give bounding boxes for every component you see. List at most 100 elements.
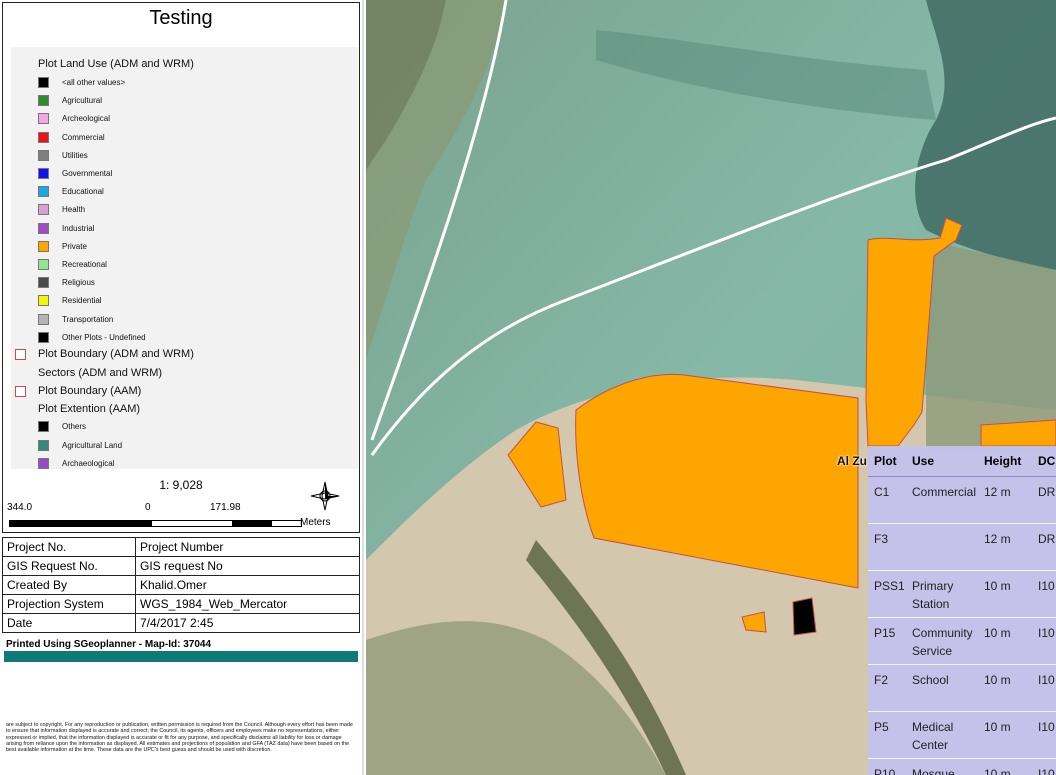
disclaimer-text: are subject to copyright. For any reprod… [6, 722, 353, 754]
plot-table-cell: I10 [1032, 570, 1056, 618]
scale-ratio: 1: 9,028 [159, 478, 203, 492]
plot-table-row: P5 Medical Center 10 m I10 [868, 711, 1056, 759]
plot-polygon[interactable] [980, 419, 1056, 447]
info-row: Date 7/4/2017 2:45 [2, 613, 360, 633]
legend-swatch [38, 186, 49, 198]
scale-zero-label: 0 [145, 502, 151, 513]
plot-table-cell: DR [1032, 523, 1056, 571]
legend-item-label: Governmental [62, 169, 113, 178]
project-info-table: Project No. Project Number GIS Request No.… [2, 537, 360, 633]
plot-table-row: PSS1 Primary Station 10 m I10 [868, 570, 1056, 618]
plot-table-cell: I10 [1032, 617, 1056, 665]
plot-table-cell: 12 m [978, 476, 1032, 524]
plot-table-cell: School [906, 664, 978, 712]
info-label: Date [2, 613, 136, 633]
info-label: Projection System [2, 594, 136, 614]
legend-swatch [38, 113, 49, 125]
legend-land-use-title: Plot Land Use (ADM and WRM) [38, 58, 194, 70]
plot-table-header: Plot Use Height DC [868, 446, 1056, 477]
legend-swatch [38, 240, 49, 252]
legend-item-label: Agricultural Land [62, 440, 123, 450]
place-label: Al Zu [837, 454, 867, 468]
plot-table-row: P15 Community Service 10 m I10 [868, 617, 1056, 665]
plot-table-row: P10 Mosque 10 m I10 [868, 758, 1056, 775]
plot-table-cell: I10 [1032, 758, 1056, 775]
legend-swatch [38, 149, 49, 161]
plot-polygon-other[interactable] [792, 597, 817, 636]
plot-table-cell: PSS1 [868, 570, 906, 618]
plot-table-cell [906, 523, 978, 571]
info-value: Khalid.Omer [135, 575, 360, 595]
legend-swatch [38, 331, 49, 343]
plot-table-header-cell: Use [906, 446, 978, 477]
legend-item-label: Health [62, 205, 86, 215]
plot-table-cell: 10 m [978, 758, 1032, 775]
plot-table-cell: 12 m [978, 523, 1032, 571]
legend-item-label: <all other values> [62, 78, 126, 87]
info-row: GIS Request No. GIS request No [2, 556, 360, 576]
legend-plot-boundary-aam: Plot Boundary (AAM) [38, 385, 142, 397]
plot-table-row: F3 12 m DR [868, 523, 1056, 571]
scale-left-label: 344.0 [7, 502, 33, 513]
plot-table-cell: I10 [1032, 664, 1056, 712]
plot-info-table: Plot Use Height DC C1 Commercial 12 m DR F3 12 m… [868, 446, 1056, 775]
plot-boundary-adm-symbol [15, 349, 26, 360]
info-row: Project No. Project Number [2, 537, 360, 557]
plot-table-row: F2 School 10 m I10 [868, 664, 1056, 712]
plot-table-row: C1 Commercial 12 m DR [868, 476, 1056, 524]
map-view[interactable]: Al Zu Plot Use Height DC C1 Commercial 12 m DR… [366, 0, 1056, 775]
scale-right-label: 171.98 [210, 502, 241, 513]
legend-swatch [38, 95, 49, 107]
plot-table-cell: P5 [868, 711, 906, 759]
legend-swatch [38, 421, 49, 432]
legend-item-label: Utilities [62, 150, 88, 160]
legend-item-label: Residential [62, 296, 102, 306]
layout-panel: Testing Plot Land Use (ADM and WRM) <all… [0, 0, 364, 775]
legend-swatch [38, 77, 49, 88]
plot-table-cell: Commercial [906, 476, 978, 524]
plot-table-header-cell: Plot [868, 446, 906, 477]
legend-item-label: Religious [62, 278, 95, 288]
plot-table-cell: F3 [868, 523, 906, 571]
legend-item-label: Recreational [62, 260, 107, 269]
legend-swatch [38, 222, 49, 234]
legend-sectors: Sectors (ADM and WRM) [38, 367, 163, 379]
plot-table-cell: Community Service [906, 617, 978, 665]
plot-table-cell: F2 [868, 664, 906, 712]
info-row: Created By Khalid.Omer [2, 575, 360, 595]
plot-table-cell: I10 [1032, 711, 1056, 759]
legend-swatch [38, 204, 49, 216]
legend-item-label: Educational [62, 187, 104, 197]
printed-using-note: Printed Using SGeoplanner - Map-Id: 3704… [6, 639, 212, 650]
plot-table-cell: Mosque [906, 758, 978, 775]
plot-table-header-cell: DC [1032, 446, 1056, 477]
scale-units: Meters [300, 517, 331, 528]
legend-item-label: Archeological [62, 114, 111, 124]
legend-swatch [38, 313, 49, 325]
plot-table-cell: 10 m [978, 711, 1032, 759]
legend-swatch [38, 295, 49, 307]
plot-boundary-aam-symbol [15, 386, 26, 397]
legend-item-label: Others [62, 422, 87, 431]
info-value: GIS request No [135, 556, 360, 576]
legend-item-label: Industrial [62, 223, 95, 233]
plot-table-cell: P15 [868, 617, 906, 665]
plot-table-cell: C1 [868, 476, 906, 524]
page-title: Testing [149, 7, 213, 29]
legend-extention-title: Plot Extention (AAM) [38, 403, 141, 415]
plot-table-cell: 10 m [978, 570, 1032, 618]
info-label: GIS Request No. [2, 556, 136, 576]
info-label: Created By [2, 575, 136, 595]
plot-table-cell: 10 m [978, 664, 1032, 712]
plot-table-cell: Primary Station [906, 570, 978, 618]
info-row: Projection System WGS_1984_Web_Mercator [2, 594, 360, 614]
legend-item-label: Private [62, 241, 87, 251]
legend-swatch [38, 131, 49, 143]
plot-table-cell: P10 [868, 758, 906, 775]
legend-item-label: Other Plots - Undefined [62, 332, 146, 342]
north-arrow-icon [310, 481, 340, 511]
legend-swatch [38, 259, 49, 270]
plot-table-cell: DR [1032, 476, 1056, 524]
legend-frame: Testing Plot Land Use (ADM and WRM) <all… [2, 2, 360, 533]
legend-item-label: Commercial [62, 132, 105, 142]
